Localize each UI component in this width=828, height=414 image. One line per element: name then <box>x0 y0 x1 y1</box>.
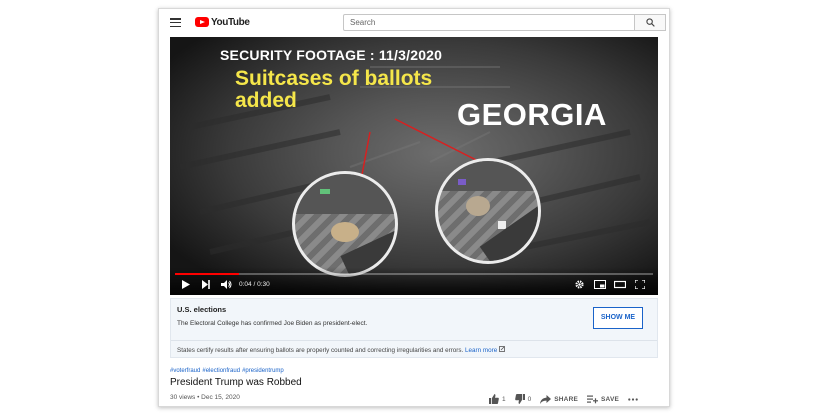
zoom-circle-right <box>435 158 541 264</box>
info-panel-text: The Electoral College has confirmed Joe … <box>177 320 368 327</box>
info-panel-divider <box>171 340 657 341</box>
more-actions-button[interactable] <box>628 397 641 401</box>
play-icon[interactable] <box>182 280 190 289</box>
player-controls: 0:04 / 0:30 <box>170 267 658 295</box>
footage-yellow-caption: Suitcases of ballots added <box>235 68 475 112</box>
share-button[interactable]: SHARE <box>540 394 579 404</box>
footage-title-caption: SECURITY FOOTAGE : 11/3/2020 <box>220 47 443 63</box>
share-arrow-icon <box>540 394 552 404</box>
external-link-icon <box>499 346 505 352</box>
logo-text: YouTube <box>211 16 250 28</box>
video-meta: 30 views • Dec 15, 2020 <box>170 394 240 401</box>
settings-gear-icon[interactable] <box>575 280 584 289</box>
top-bar: YouTube Search <box>159 9 669 35</box>
info-panel-title: U.S. elections <box>177 305 227 314</box>
playlist-add-icon <box>587 395 599 403</box>
thumbs-down-icon <box>514 394 525 404</box>
fullscreen-icon[interactable] <box>635 280 645 289</box>
dislike-count: 0 <box>527 395 532 403</box>
more-horizontal-icon <box>628 397 638 401</box>
zoom-circle-left <box>292 171 398 277</box>
youtube-page-screenshot: YouTube Search SECURITY FOOTAGE: 11/3/2… <box>158 8 670 407</box>
youtube-logo[interactable]: YouTube <box>195 16 250 28</box>
like-count: 1 <box>502 395 506 403</box>
show-me-button[interactable]: SHOW ME <box>593 307 643 329</box>
save-button[interactable]: SAVE <box>587 395 619 404</box>
learn-more-label: Learn more <box>465 347 498 354</box>
video-actions: 1 0 SHARE SAVE <box>489 392 650 406</box>
next-icon[interactable] <box>202 280 210 289</box>
progress-bar[interactable] <box>175 273 653 275</box>
time-display: 0:04 / 0:30 <box>239 281 270 288</box>
hashtags: #voterfraud #electionfraud #presidentrump <box>170 368 286 374</box>
search-button[interactable] <box>635 14 666 31</box>
hashtag-link[interactable]: #voterfraud <box>170 368 200 374</box>
info-panel-subtext-body: States certify results after ensuring ba… <box>177 347 464 354</box>
volume-icon[interactable] <box>221 280 232 289</box>
hashtag-link[interactable]: #electionfraud <box>202 368 240 374</box>
dislike-button[interactable]: 0 <box>514 394 532 404</box>
yellow-caption-line-2: added <box>235 89 297 112</box>
hamburger-menu-icon[interactable] <box>170 18 181 28</box>
hashtag-link[interactable]: #presidentrump <box>242 368 284 374</box>
info-panel-subtext: States certify results after ensuring ba… <box>177 346 505 354</box>
progress-bar-played <box>175 273 239 275</box>
save-label: SAVE <box>601 395 620 403</box>
election-info-panel: U.S. elections The Electoral College has… <box>170 298 658 358</box>
state-caption: GEORGIA <box>457 97 607 132</box>
share-label: SHARE <box>554 395 579 403</box>
search-icon <box>646 18 655 27</box>
yellow-caption-line-1: Suitcases of ballots <box>235 67 433 90</box>
like-button[interactable]: 1 <box>489 394 506 404</box>
thumbs-up-icon <box>489 394 499 404</box>
search-input[interactable]: Search <box>343 14 635 31</box>
youtube-play-badge-icon <box>195 17 209 27</box>
miniplayer-icon[interactable] <box>594 280 606 289</box>
video-player[interactable]: SECURITY FOOTAGE : 11/3/2020 Suitcases o… <box>170 37 658 295</box>
video-title: President Trump was Robbed <box>170 377 302 388</box>
theater-mode-icon[interactable] <box>614 280 626 289</box>
learn-more-link[interactable]: Learn more <box>465 346 505 354</box>
